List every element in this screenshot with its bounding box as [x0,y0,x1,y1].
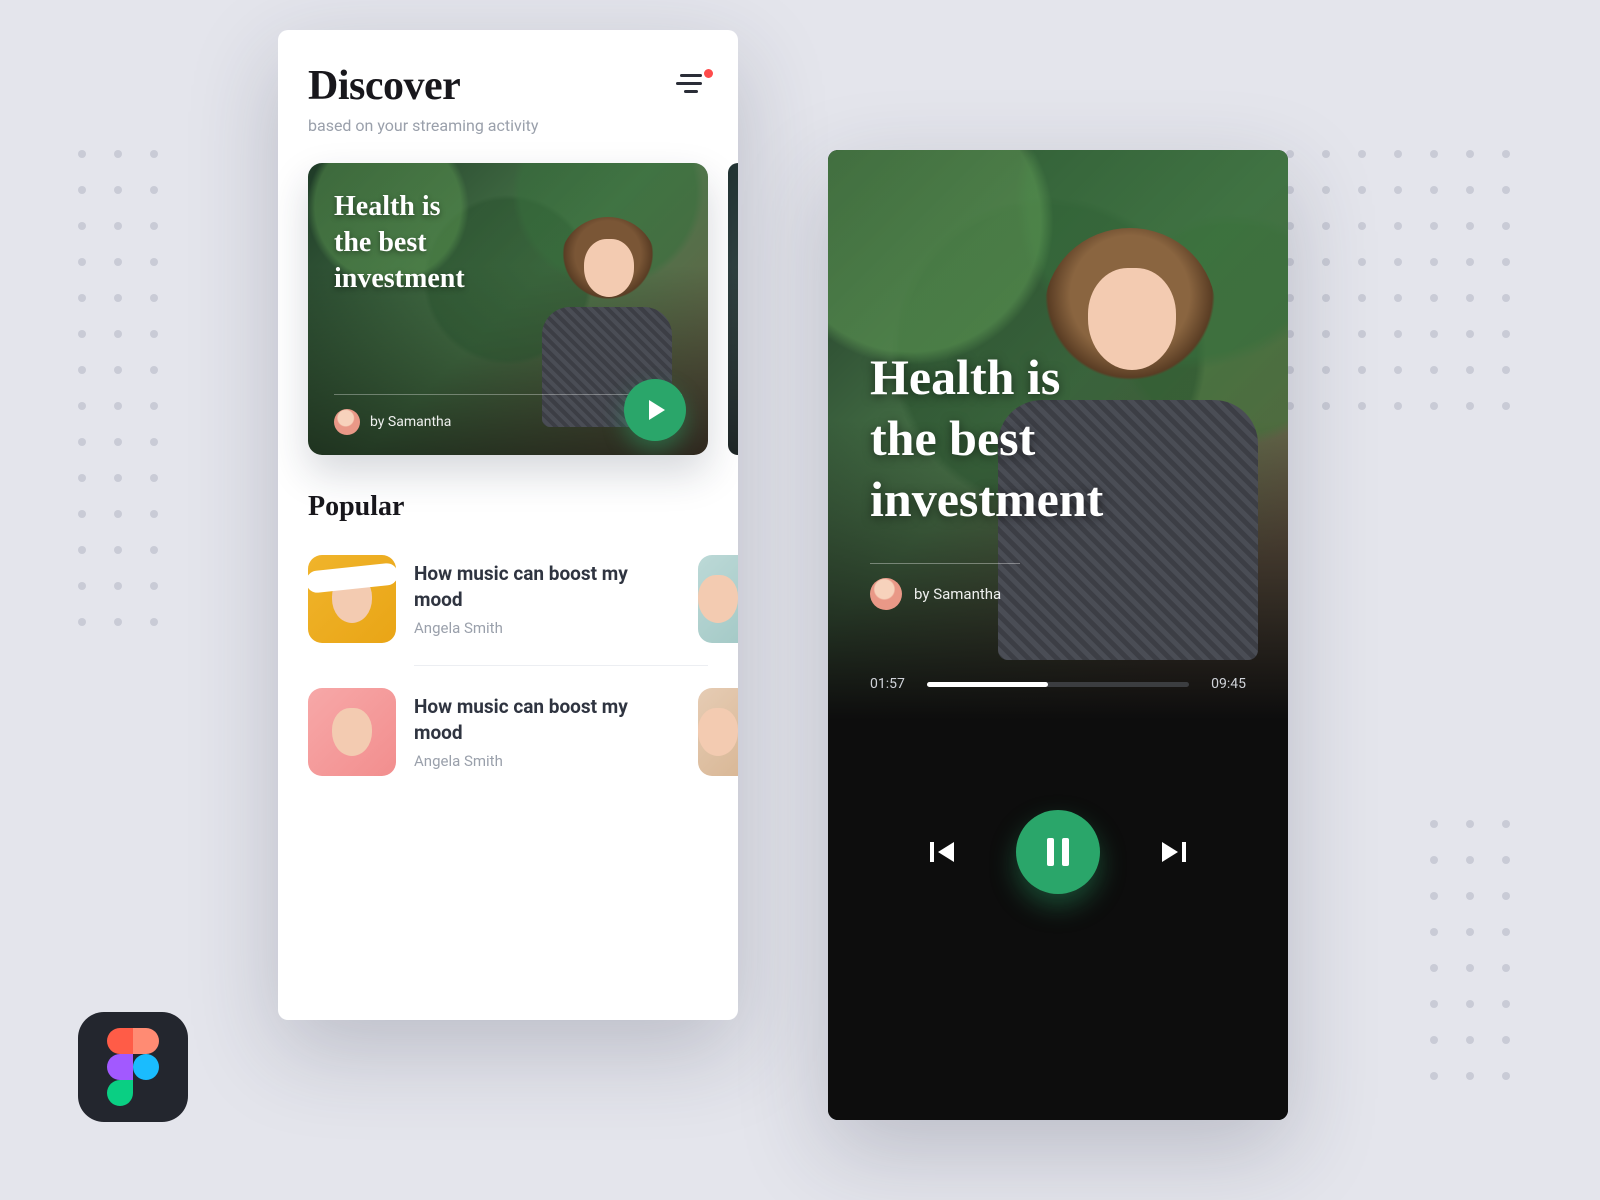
divider [870,563,1020,564]
menu-button[interactable] [676,74,708,96]
section-heading-popular: Popular [278,455,738,541]
progress-slider[interactable] [927,682,1189,687]
avatar [334,409,360,435]
feature-card-peek[interactable] [728,163,738,455]
player-title: Health is the best investment [870,347,1103,530]
list-item[interactable]: How music can boost my mood Angela Smith [278,541,738,657]
feature-card-byline: by Samantha [334,409,451,435]
previous-track-button[interactable] [926,835,960,869]
play-icon [647,399,667,421]
pause-icon [1047,838,1054,866]
list-item-thumb [308,688,396,776]
page-subtitle: based on your streaming activity [308,116,538,135]
discover-screen: Discover based on your streaming activit… [278,30,738,1020]
list-item-author: Angela Smith [414,752,680,770]
skip-previous-icon [930,840,956,864]
divider [414,665,708,666]
feature-card[interactable]: Health is the best investment by Samanth… [308,163,708,455]
list-item-peek[interactable] [698,555,738,643]
progress-fill [927,682,1048,687]
player-screen: Health is the best investment by Samanth… [828,150,1288,1120]
page-title: Discover [308,62,538,110]
time-duration: 09:45 [1211,676,1246,692]
list-item[interactable]: How music can boost my mood Angela Smith [278,674,738,790]
play-button[interactable] [624,379,686,441]
time-elapsed: 01:57 [870,676,905,692]
next-track-button[interactable] [1156,835,1190,869]
avatar [870,578,902,610]
skip-next-icon [1160,840,1186,864]
figma-icon [78,1012,188,1122]
player-byline: by Samantha [870,578,1001,610]
list-item-author: Angela Smith [414,619,680,637]
feature-card-title: Health is the best investment [334,189,465,296]
list-item-thumb [308,555,396,643]
pause-icon [1062,838,1069,866]
pause-button[interactable] [1016,810,1100,894]
dot-grid-decoration [1430,820,1510,1080]
list-item-title: How music can boost my mood [414,694,680,745]
notification-badge-icon [704,69,713,78]
list-item-peek[interactable] [698,688,738,776]
dot-grid-decoration [78,150,158,626]
list-item-title: How music can boost my mood [414,561,680,612]
